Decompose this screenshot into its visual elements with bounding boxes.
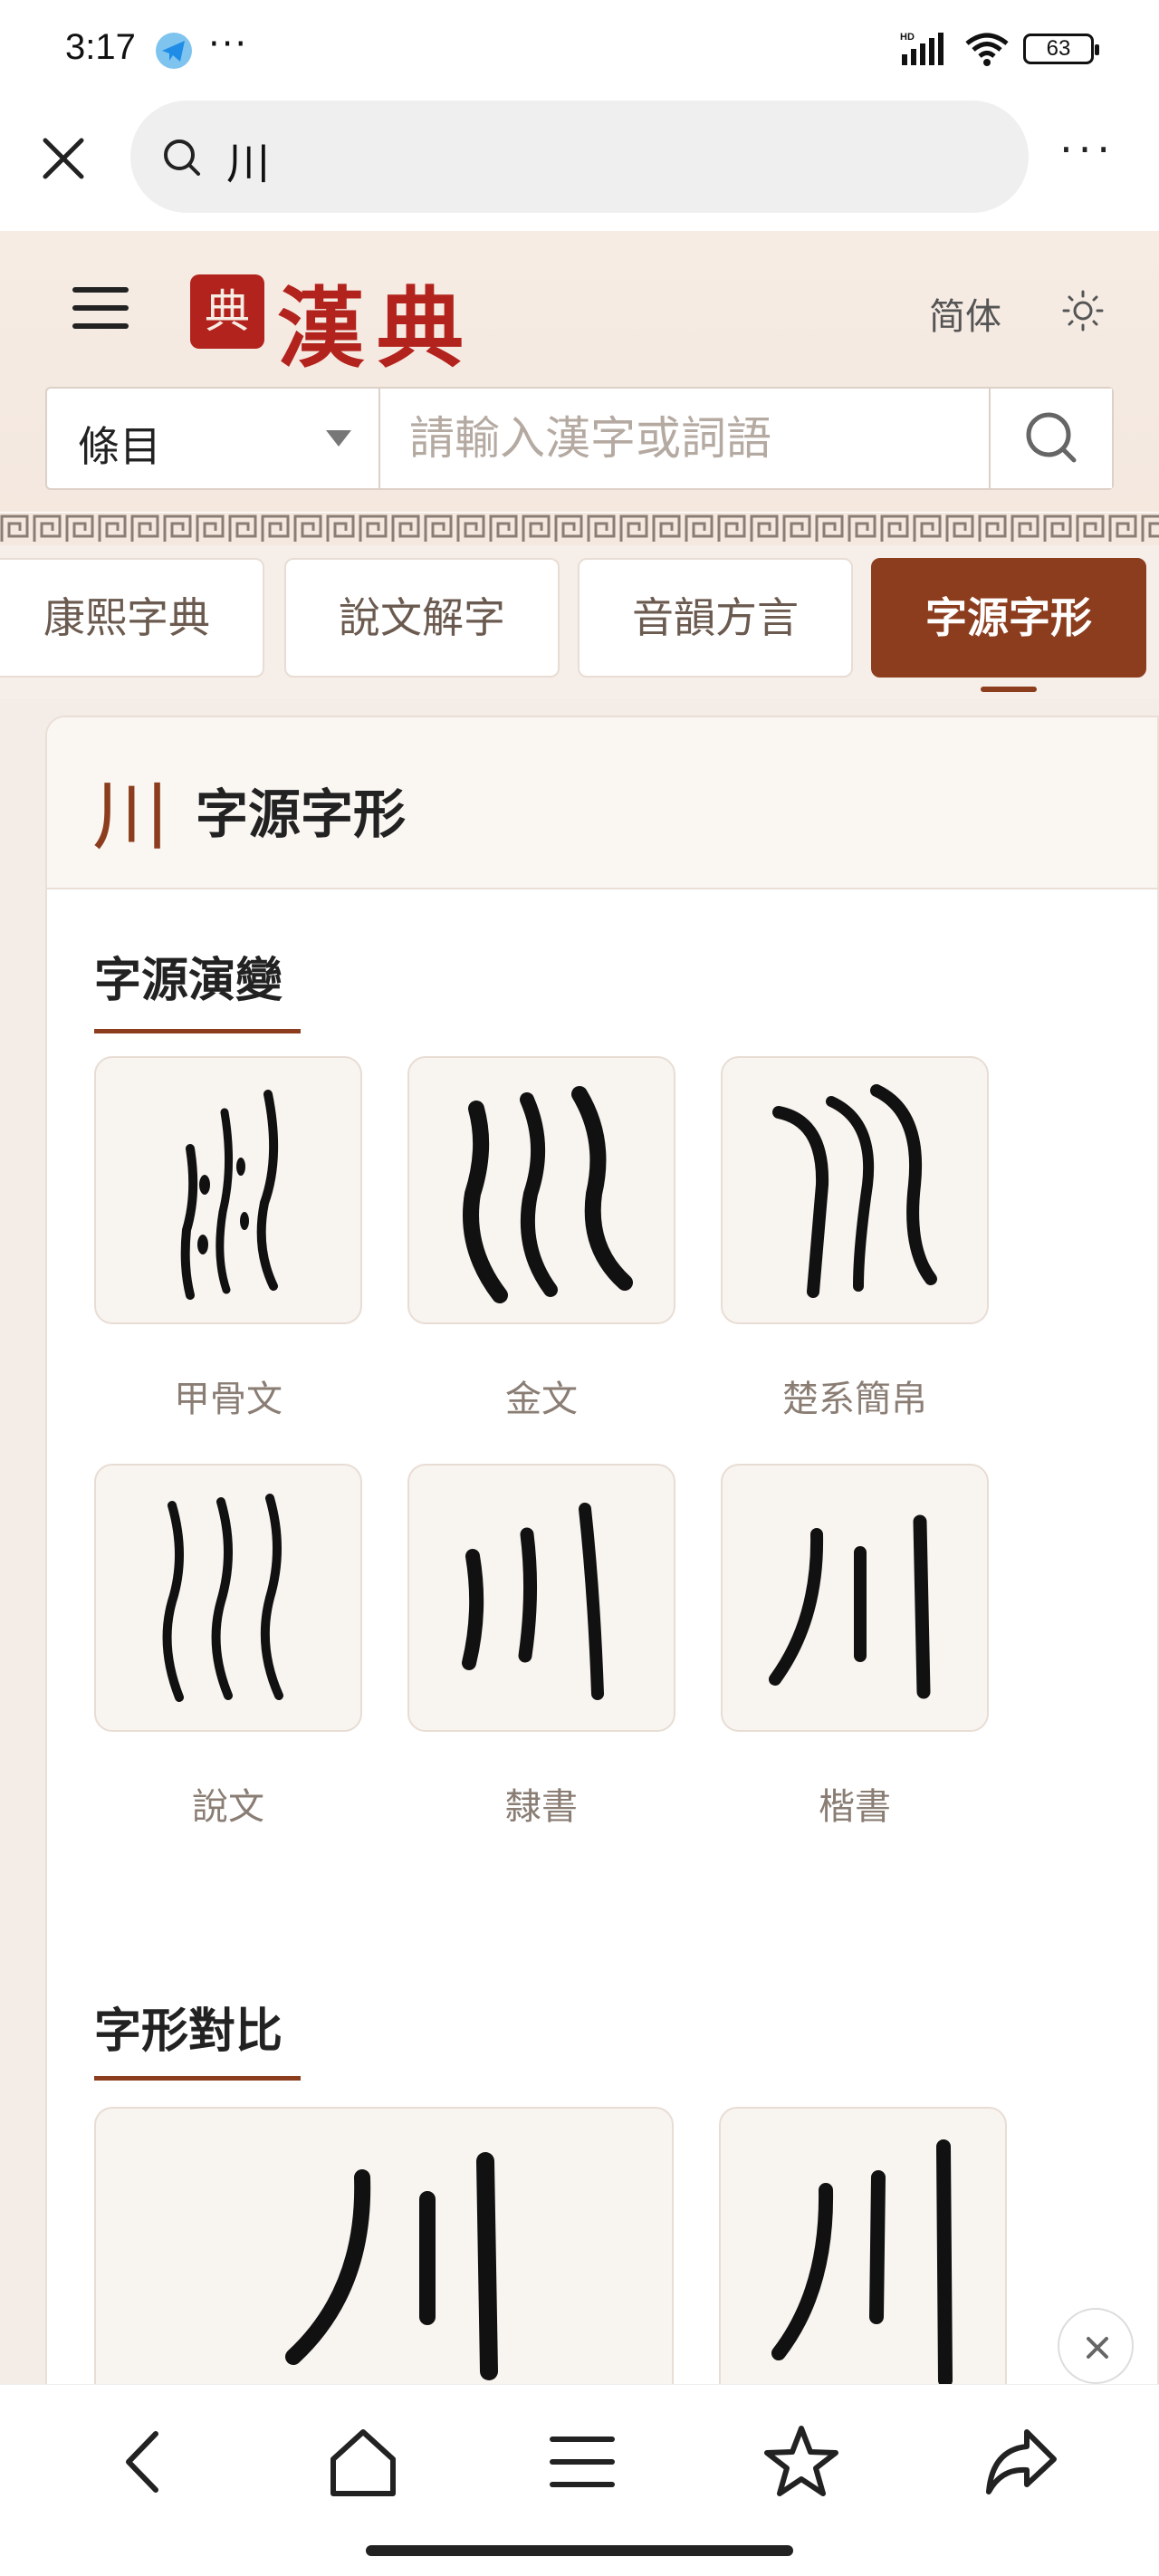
- glyph-label: 隸書: [505, 1786, 578, 1828]
- browser-menu-button[interactable]: ···: [1059, 129, 1116, 170]
- hamburger-line: [72, 323, 129, 329]
- chu-bamboo-glyph: [772, 1084, 937, 1298]
- panel-character: 川: [92, 772, 169, 860]
- glyph-label: 楷書: [819, 1786, 891, 1828]
- status-icons: HD 63: [900, 31, 1099, 67]
- menu-button[interactable]: [72, 287, 129, 332]
- share-icon: [986, 2429, 1057, 2494]
- bronze-glyph: [463, 1086, 633, 1303]
- search-scope-label: 條目: [78, 422, 161, 471]
- home-icon: [330, 2429, 396, 2496]
- floating-close-button[interactable]: [1058, 2308, 1134, 2384]
- search-scope-select[interactable]: 條目: [47, 389, 380, 488]
- glyph-regular[interactable]: [721, 1464, 989, 1732]
- active-tab-indicator: [981, 687, 1037, 692]
- home-indicator: [366, 2545, 793, 2556]
- bookmark-button[interactable]: [761, 2421, 842, 2503]
- tab-yinyun[interactable]: 音韻方言: [578, 558, 853, 678]
- glyph-label: 金文: [505, 1379, 578, 1420]
- section-underline: [94, 1029, 301, 1033]
- sun-icon[interactable]: [1061, 289, 1105, 336]
- etymology-panel: 川 字源字形 字源演變 甲骨文 金文 楚系簡帛 說文 隸書 楷書 字形對比: [45, 716, 1159, 2437]
- tabs-menu-button[interactable]: [541, 2421, 623, 2503]
- close-icon: [1087, 2337, 1108, 2359]
- shuowen-glyph: [162, 1494, 283, 1702]
- oracle-bone-glyph: [180, 1090, 279, 1300]
- tab-shuowen[interactable]: 說文解字: [284, 558, 560, 678]
- glyph-label: 楚系簡帛: [782, 1379, 927, 1420]
- search-icon: [161, 137, 203, 182]
- status-more-dots: ···: [208, 24, 249, 65]
- glyph-bronze[interactable]: [407, 1056, 675, 1324]
- address-query: 川: [226, 139, 271, 189]
- chevron-down-icon: [326, 430, 351, 447]
- panel-title: 字源字形: [196, 783, 407, 845]
- hamburger-line: [72, 287, 129, 293]
- site-header: 典 漢典 简体 條目: [0, 231, 1159, 512]
- battery-icon: 63: [1023, 34, 1099, 64]
- section-underline: [94, 2076, 301, 2081]
- regular-script-glyph: [769, 1514, 931, 1699]
- close-tab-button[interactable]: [36, 131, 91, 186]
- telegram-icon: [154, 31, 194, 74]
- hamburger-line: [72, 305, 129, 311]
- menu-icon: [550, 2437, 615, 2487]
- chevron-left-icon: [126, 2431, 158, 2493]
- section-title-evolution: 字源演變: [94, 954, 283, 1008]
- site-logo[interactable]: 漢典: [277, 258, 476, 384]
- glyph-oracle-bone[interactable]: [94, 1056, 362, 1324]
- tab-bar: 康熙字典 說文解字 音韻方言 字源字形: [0, 545, 1159, 699]
- signal-icon: HD: [900, 32, 943, 65]
- tab-kangxi[interactable]: 康熙字典: [0, 558, 264, 678]
- glyph-chu-bamboo[interactable]: [721, 1056, 989, 1324]
- share-button[interactable]: [980, 2421, 1061, 2503]
- glyph-label: 甲骨文: [174, 1379, 283, 1420]
- glyph-shuowen[interactable]: [94, 1464, 362, 1732]
- browser-toolbar: 川 ···: [0, 95, 1159, 231]
- star-icon: [764, 2426, 838, 2496]
- search-button[interactable]: [989, 389, 1112, 488]
- site-search: 條目: [45, 387, 1114, 490]
- search-input[interactable]: [382, 389, 991, 488]
- tab-ziyuan[interactable]: 字源字形: [871, 558, 1146, 678]
- glyph-clerical[interactable]: [407, 1464, 675, 1732]
- search-icon: [1026, 412, 1077, 463]
- status-bar: 3:17 ··· HD 63: [0, 0, 1159, 95]
- section-title-comparison: 字形對比: [94, 2004, 283, 2059]
- wifi-icon: [965, 33, 1009, 66]
- panel-header: 川 字源字形: [47, 717, 1157, 889]
- seal-logo: 典: [190, 274, 264, 349]
- language-toggle[interactable]: 简体: [929, 287, 1001, 340]
- close-icon: [43, 138, 84, 179]
- address-bar[interactable]: 川: [130, 101, 1029, 213]
- status-time: 3:17: [65, 27, 136, 67]
- home-button[interactable]: [322, 2421, 404, 2503]
- back-button[interactable]: [103, 2421, 185, 2503]
- decorative-border: [0, 513, 1159, 545]
- glyph-label: 說文: [192, 1786, 264, 1828]
- clerical-glyph: [462, 1503, 604, 1700]
- svg-text:HD: HD: [900, 32, 915, 43]
